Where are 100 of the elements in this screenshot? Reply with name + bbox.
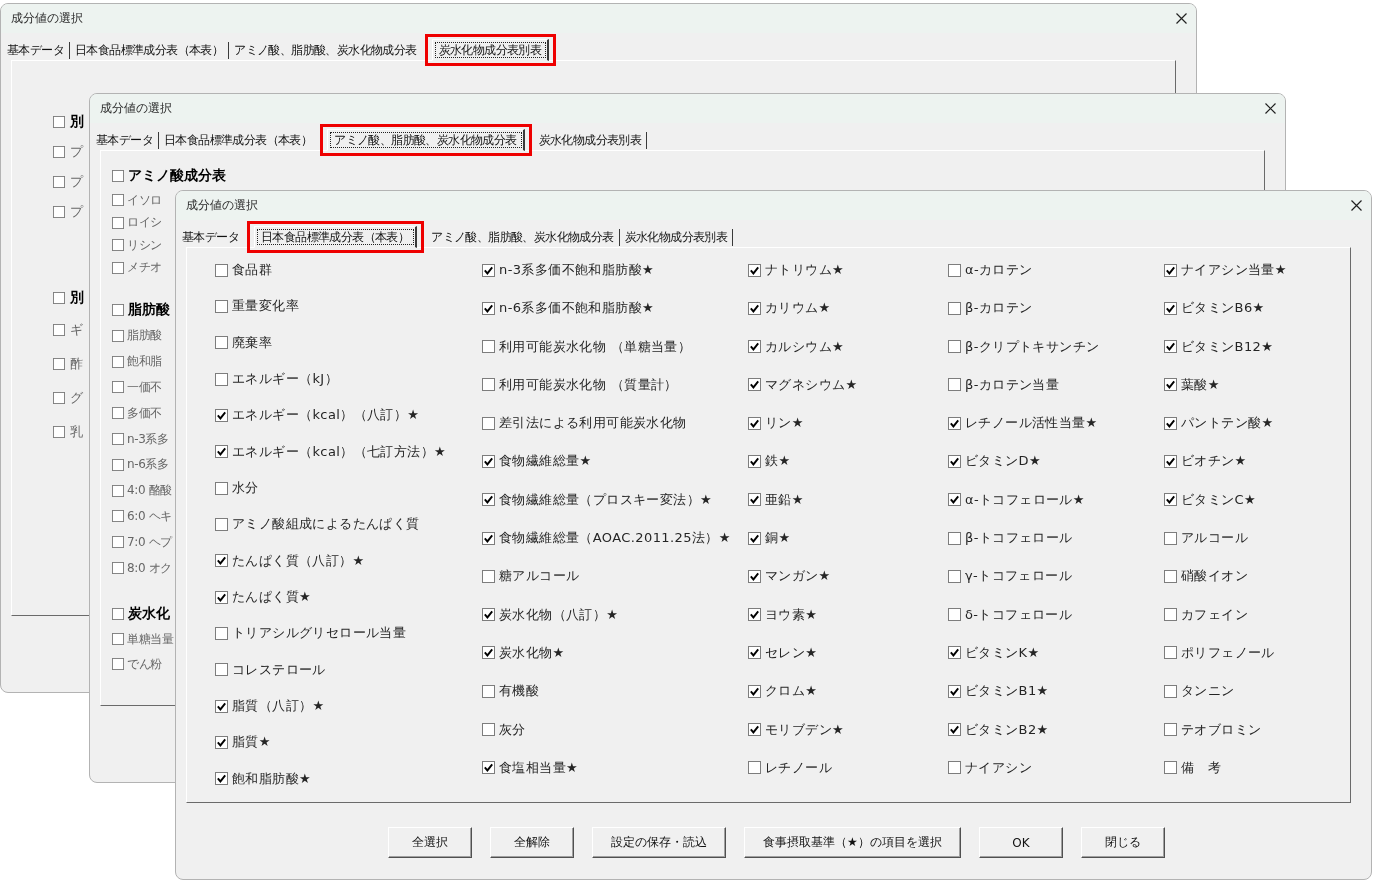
tab[interactable]: 炭水化物成分表別表 xyxy=(533,132,648,149)
clear-all-button[interactable]: 全解除 xyxy=(490,827,575,858)
checkbox[interactable] xyxy=(482,455,495,468)
checkbox[interactable] xyxy=(482,569,495,583)
checkbox[interactable] xyxy=(482,378,495,392)
checkbox[interactable] xyxy=(748,455,761,468)
checkbox[interactable] xyxy=(215,263,228,277)
checkbox[interactable] xyxy=(215,517,228,531)
checkbox[interactable] xyxy=(53,426,65,438)
checkbox[interactable] xyxy=(1164,340,1177,354)
checkbox[interactable] xyxy=(948,646,961,660)
checkbox[interactable] xyxy=(482,416,495,430)
checkbox[interactable] xyxy=(53,292,65,304)
checkbox[interactable] xyxy=(1164,646,1177,660)
checkbox[interactable] xyxy=(53,206,65,218)
checkbox[interactable] xyxy=(215,408,228,422)
checkbox[interactable] xyxy=(112,239,124,252)
checkbox[interactable] xyxy=(1164,684,1177,698)
checkbox[interactable] xyxy=(482,531,495,545)
checkbox[interactable] xyxy=(1164,416,1177,430)
checkbox[interactable] xyxy=(482,684,495,698)
checkbox[interactable] xyxy=(1164,608,1177,622)
checkbox[interactable] xyxy=(948,340,961,354)
tab[interactable]: 日本食品標準成分表（本表） xyxy=(159,132,319,149)
tab[interactable]: 炭水化物成分表別表 xyxy=(619,229,734,246)
save-load-settings-button[interactable]: 設定の保存・読込 xyxy=(592,827,727,858)
checkbox[interactable] xyxy=(1164,761,1177,775)
checkbox[interactable] xyxy=(215,372,228,386)
checkbox[interactable] xyxy=(1164,378,1177,392)
checkbox[interactable] xyxy=(948,761,961,775)
tab[interactable]: アミノ酸、脂肪酸、炭水化物成分表 xyxy=(229,42,423,59)
tab[interactable]: 日本食品標準成分表（本表） xyxy=(70,42,230,59)
checkbox[interactable] xyxy=(215,590,228,604)
checkbox[interactable] xyxy=(112,381,124,394)
checkbox[interactable] xyxy=(112,633,124,646)
checkbox[interactable] xyxy=(53,146,65,158)
checkbox[interactable] xyxy=(948,416,961,430)
checkbox[interactable] xyxy=(112,433,124,446)
checkbox[interactable] xyxy=(748,723,761,737)
checkbox[interactable] xyxy=(112,536,124,549)
checkbox[interactable] xyxy=(1164,723,1177,737)
close-dialog-button[interactable]: 閉じる xyxy=(1080,827,1165,858)
checkbox[interactable] xyxy=(112,562,124,575)
checkbox[interactable] xyxy=(482,493,495,507)
checkbox[interactable] xyxy=(1164,263,1177,277)
checkbox[interactable] xyxy=(748,340,761,354)
checkbox[interactable] xyxy=(112,261,124,274)
checkbox[interactable] xyxy=(482,263,495,277)
ok-button[interactable]: OK xyxy=(978,827,1063,858)
checkbox[interactable] xyxy=(748,263,761,277)
checkbox[interactable] xyxy=(748,378,761,392)
tab[interactable]: アミノ酸、脂肪酸、炭水化物成分表 xyxy=(426,229,620,246)
checkbox[interactable] xyxy=(482,340,495,354)
checkbox[interactable] xyxy=(215,299,228,313)
tab[interactable]: 基本データ xyxy=(2,42,70,59)
checkbox[interactable] xyxy=(948,684,961,698)
checkbox[interactable] xyxy=(53,116,65,128)
checkbox[interactable] xyxy=(112,194,124,207)
checkbox[interactable] xyxy=(482,761,495,775)
checkbox[interactable] xyxy=(215,626,228,640)
tab[interactable]: アミノ酸、脂肪酸、炭水化物成分表 xyxy=(327,129,525,151)
checkbox[interactable] xyxy=(748,684,761,698)
checkbox[interactable] xyxy=(112,607,124,620)
checkbox[interactable] xyxy=(948,378,961,392)
checkbox[interactable] xyxy=(215,772,228,786)
checkbox[interactable] xyxy=(748,301,761,315)
checkbox[interactable] xyxy=(948,493,961,507)
checkbox[interactable] xyxy=(112,510,124,523)
checkbox[interactable] xyxy=(482,646,495,660)
checkbox[interactable] xyxy=(948,301,961,315)
tab[interactable]: 炭水化物成分表別表 xyxy=(431,39,550,61)
checkbox[interactable] xyxy=(53,324,65,336)
checkbox[interactable] xyxy=(215,735,228,749)
checkbox[interactable] xyxy=(482,608,495,622)
checkbox[interactable] xyxy=(112,458,124,471)
checkbox[interactable] xyxy=(748,531,761,545)
checkbox[interactable] xyxy=(112,407,124,420)
checkbox[interactable] xyxy=(748,608,761,622)
checkbox[interactable] xyxy=(215,699,228,713)
checkbox[interactable] xyxy=(112,170,124,182)
checkbox[interactable] xyxy=(748,646,761,660)
checkbox[interactable] xyxy=(215,336,228,350)
checkbox[interactable] xyxy=(748,569,761,583)
checkbox[interactable] xyxy=(1164,455,1177,468)
checkbox[interactable] xyxy=(948,608,961,622)
checkbox[interactable] xyxy=(215,481,228,495)
checkbox[interactable] xyxy=(948,263,961,277)
checkbox[interactable] xyxy=(215,445,228,459)
tab[interactable]: 日本食品標準成分表（本表） xyxy=(254,226,418,248)
checkbox[interactable] xyxy=(112,658,124,671)
checkbox[interactable] xyxy=(948,569,961,583)
checkbox[interactable] xyxy=(948,531,961,545)
tab[interactable]: 基本データ xyxy=(91,132,159,149)
checkbox[interactable] xyxy=(1164,493,1177,507)
checkbox[interactable] xyxy=(948,455,961,468)
checkbox[interactable] xyxy=(112,329,124,342)
select-standard-items-button[interactable]: 食事摂取基準（★）の項目を選択 xyxy=(744,827,961,858)
checkbox[interactable] xyxy=(948,723,961,737)
checkbox[interactable] xyxy=(112,216,124,229)
checkbox[interactable] xyxy=(1164,531,1177,545)
